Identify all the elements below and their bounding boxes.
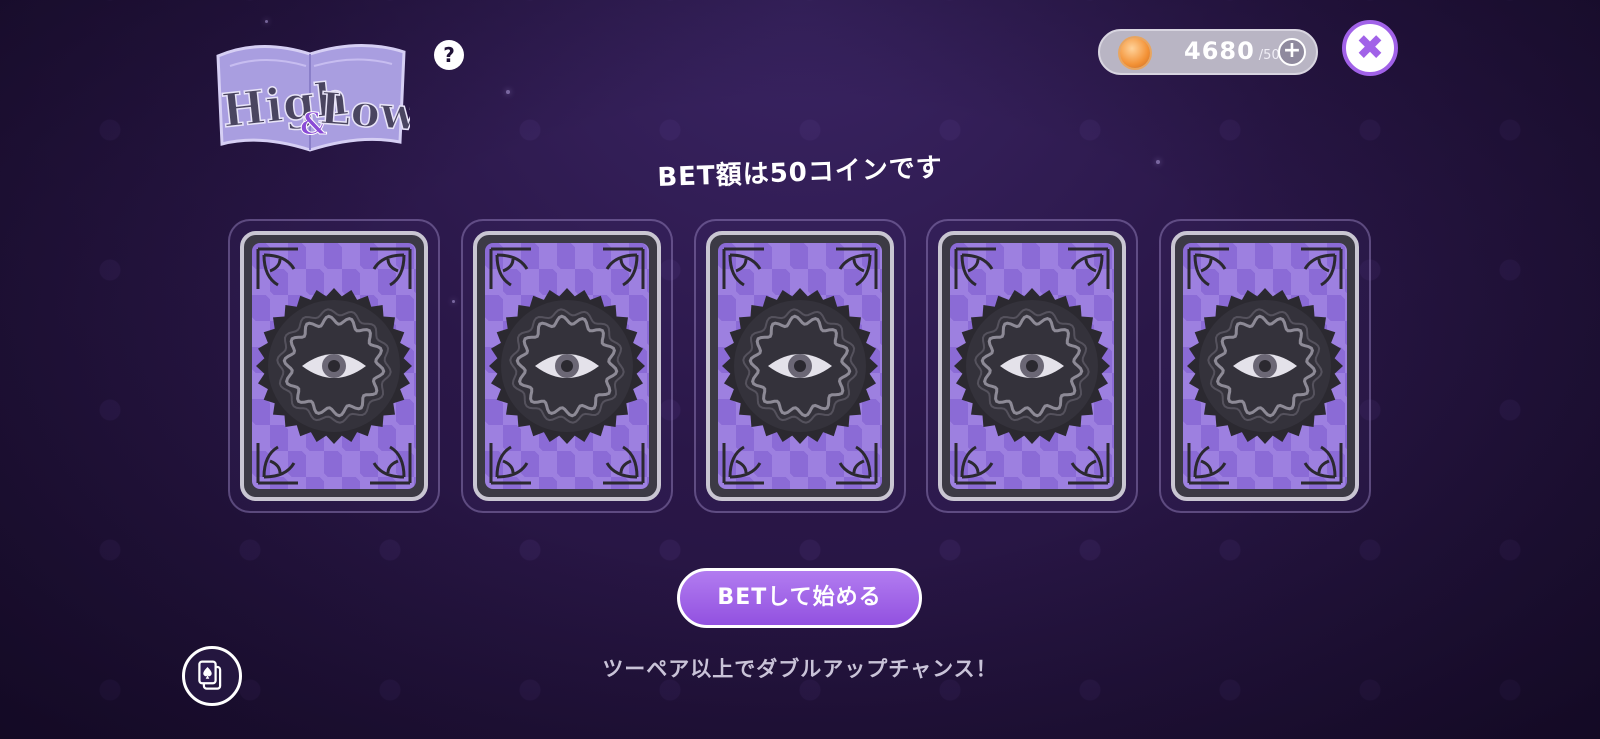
card-back[interactable] [473,231,661,501]
card-ornament [328,360,340,372]
card-ornament [603,443,645,485]
logo-text-low: Low [318,83,410,141]
card-deck-icon [198,660,222,690]
eye-icon [1187,247,1343,485]
card-slot-2[interactable] [461,219,673,513]
card-ornament [1301,443,1343,485]
card-ornament [370,443,412,485]
card-ornament [722,247,764,289]
card-deck-button[interactable] [182,646,242,706]
help-button[interactable]: ? [434,40,464,70]
card-ornament [1068,443,1110,485]
coin-amount: 4680 [1184,37,1255,65]
card-ornament [722,443,764,485]
close-button[interactable]: ✖ [1342,20,1398,76]
card-ornament [794,360,806,372]
card-slot-5[interactable] [1159,219,1371,513]
add-coins-button[interactable]: + [1278,38,1306,66]
card-slot-1[interactable] [228,219,440,513]
card-ornament [1068,247,1110,289]
sparkle [506,90,510,94]
card-ornament [954,247,996,289]
card-ornament [489,247,531,289]
coin-bet-amount: /50 [1258,48,1280,63]
card-ornament [836,247,878,289]
card-ornament [256,443,298,485]
card-ornament [489,443,531,485]
card-back[interactable] [1171,231,1359,501]
sparkle [452,300,455,303]
high-and-low-logo: High & Low [210,38,421,156]
bet-start-button[interactable]: BETして始める [677,568,922,628]
card-ornament [561,360,573,372]
card-ornament [1187,247,1229,289]
card-back[interactable] [706,231,894,501]
card-slot-3[interactable] [694,219,906,513]
card-back[interactable] [938,231,1126,501]
eye-icon [489,247,645,485]
sparkle [1156,160,1160,164]
card-ornament [1187,443,1229,485]
card-ornament [1301,247,1343,289]
card-ornament [954,443,996,485]
card-ornament [256,247,298,289]
card-ornament [370,247,412,289]
coin-counter: 4680/50 + [1098,29,1318,75]
eye-icon [722,247,878,485]
card-ornament [603,247,645,289]
card-ornament [1259,360,1271,372]
coin-balance: 4680/50 [1184,37,1280,65]
card-ornament [836,443,878,485]
card-ornament [1026,360,1038,372]
card-back[interactable] [240,231,428,501]
card-slot-4[interactable] [926,219,1138,513]
coin-icon [1120,38,1150,68]
sparkle [265,20,268,23]
double-up-hint: ツーペア以上でダブルアップチャンス！ [602,657,998,681]
eye-icon [256,247,412,485]
eye-icon [954,247,1110,485]
